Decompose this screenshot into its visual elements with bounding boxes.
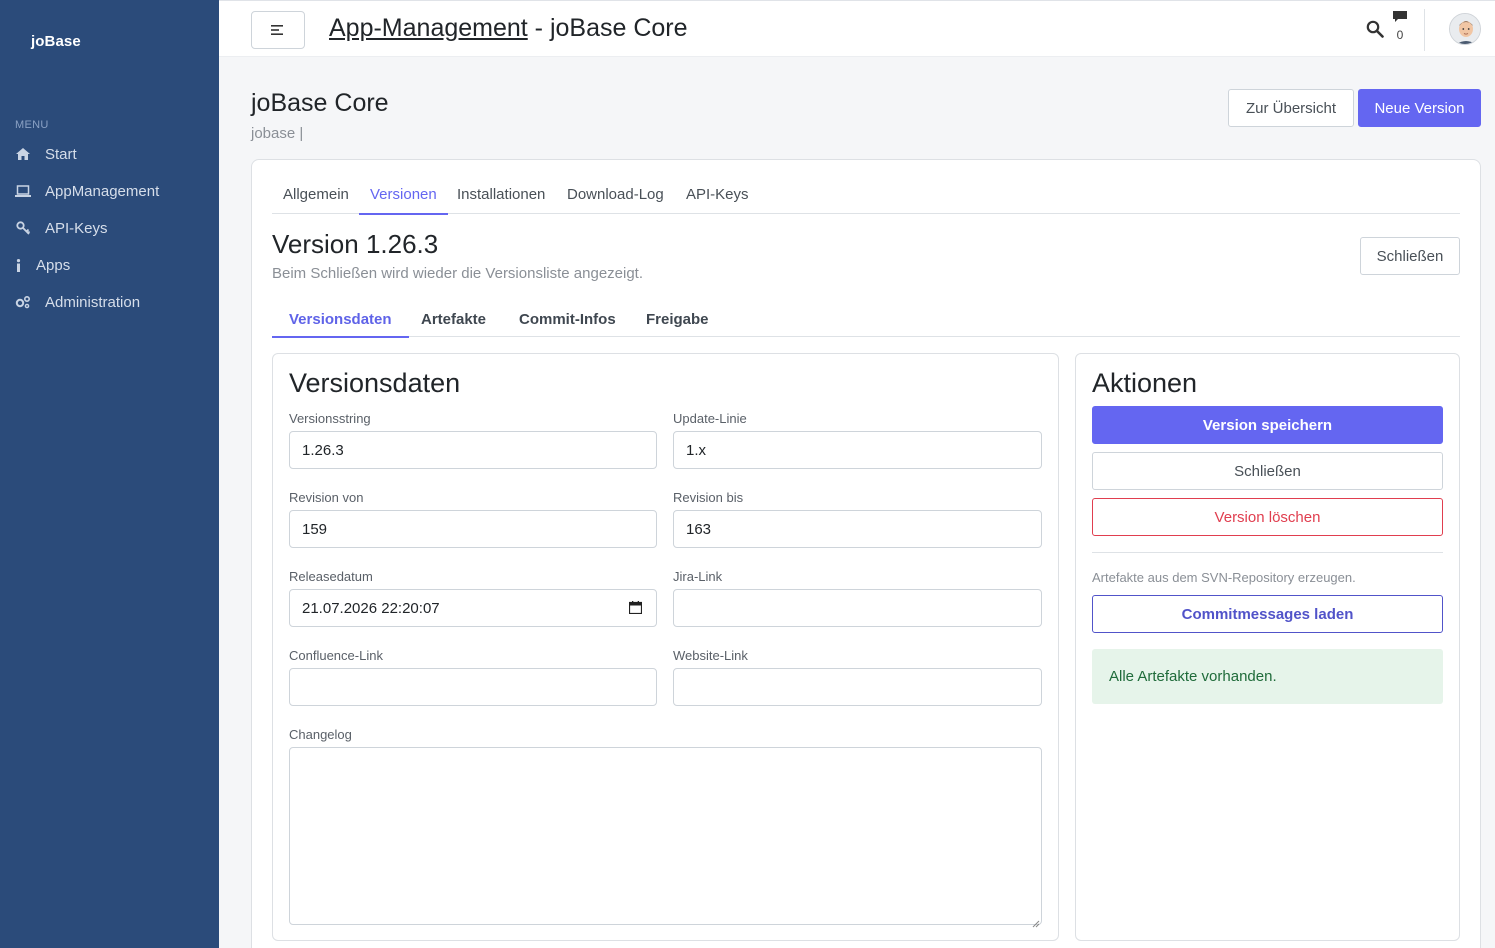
messages-button[interactable]: 0 [1393,10,1407,42]
website-link-label: Website-Link [673,648,748,663]
save-version-button[interactable]: Version speichern [1092,406,1443,444]
divider [1092,552,1443,553]
tab-artefakte[interactable]: Artefakte [404,311,503,337]
tab-api-keys[interactable]: API-Keys [675,186,760,214]
tab-download-log[interactable]: Download-Log [556,186,675,214]
confluence-link-input[interactable] [289,668,657,706]
message-count: 0 [1396,28,1404,42]
aktionen-title: Aktionen [1092,368,1198,398]
gears-icon [15,294,31,310]
success-alert: Alle Artefakte vorhanden. [1092,649,1443,704]
page-title: joBase Core [251,89,389,117]
close-button[interactable]: Schließen [1092,452,1443,490]
update-linie-label: Update-Linie [673,411,747,426]
releasedatum-label: Releasedatum [289,569,373,584]
revision-von-input[interactable]: 159 [289,510,657,548]
page-subtitle: jobase | [251,125,304,142]
sidebar-item-start[interactable]: Start [15,142,77,166]
page-heading-rest: - joBase Core [527,14,688,42]
tab-allgemein[interactable]: Allgemein [272,186,360,214]
revision-bis-label: Revision bis [673,490,744,505]
app-management-link[interactable]: App-Management [329,14,528,42]
sidebar: joBase MENU Start AppManagement API-Keys… [0,0,219,948]
sidebar-item-administration[interactable]: Administration [15,290,140,314]
revision-bis-input[interactable]: 163 [673,510,1042,548]
changelog-label: Changelog [289,727,352,742]
version-title: Version 1.26.3 [272,229,439,259]
versionsstring-label: Versionsstring [289,411,371,426]
calendar-icon[interactable] [628,601,643,618]
topbar-divider [1424,9,1425,51]
version-subtitle: Beim Schließen wird wieder die Versionsl… [272,265,644,282]
main-card: Allgemein Versionen Installationen Downl… [251,159,1481,948]
sub-tabs: Versionsdaten Artefakte Commit-Infos Fre… [272,304,1460,338]
main-tabs: Allgemein Versionen Installationen Downl… [272,180,1460,215]
tab-versionsdaten[interactable]: Versionsdaten [272,311,409,338]
sidebar-item-label: Administration [45,293,141,311]
new-version-button[interactable]: Neue Version [1358,89,1481,127]
versionsstring-input[interactable]: 1.26.3 [289,431,657,469]
menu-label: MENU [15,119,49,131]
brand-logo[interactable]: joBase [31,33,81,50]
releasedatum-input[interactable]: 21.07.2026 22:20:07 [289,589,657,627]
resize-handle-icon[interactable] [1032,915,1056,938]
sidebar-item-label: API-Keys [45,219,108,237]
svn-hint-text: Artefakte aus dem SVN-Repository erzeuge… [1092,570,1356,585]
releasedatum-value: 21.07.2026 22:20:07 [302,599,440,617]
jira-link-label: Jira-Link [673,569,723,584]
delete-version-button[interactable]: Version löschen [1092,498,1443,536]
update-linie-input[interactable]: 1.x [673,431,1042,469]
sidebar-item-apps[interactable]: Apps [15,253,70,277]
info-icon [15,257,21,273]
tab-versionen[interactable]: Versionen [359,186,448,215]
search-icon[interactable] [1366,20,1384,43]
tab-commit-infos[interactable]: Commit-Infos [502,311,633,337]
sidebar-item-api-keys[interactable]: API-Keys [15,216,108,240]
sidebar-item-label: Start [45,145,77,163]
revision-von-label: Revision von [289,490,364,505]
changelog-textarea[interactable] [289,747,1042,925]
confluence-link-label: Confluence-Link [289,648,383,663]
jira-link-input[interactable] [673,589,1042,627]
key-icon [15,220,31,236]
hamburger-icon [271,25,283,35]
sidebar-item-label: AppManagement [45,182,160,200]
tab-installationen[interactable]: Installationen [446,186,556,214]
aktionen-card: Aktionen Version speichern Schließen Ver… [1075,353,1460,941]
sidebar-item-label: Apps [36,256,71,274]
close-version-button[interactable]: Schließen [1360,237,1460,275]
avatar[interactable] [1449,13,1481,45]
website-link-input[interactable] [673,668,1042,706]
versionsdaten-card: Versionsdaten Versionsstring 1.26.3 Upda… [272,353,1059,941]
overview-button[interactable]: Zur Übersicht [1228,89,1354,127]
laptop-icon [15,183,31,199]
chat-icon [1393,11,1407,22]
page-heading: App-Management - joBase Core [329,14,688,43]
topbar: App-Management - joBase Core 0 [219,0,1495,57]
versionsdaten-title: Versionsdaten [289,368,461,398]
tab-freigabe[interactable]: Freigabe [629,311,726,337]
menu-toggle-button[interactable] [251,11,305,49]
home-icon [15,146,31,162]
load-commitmessages-button[interactable]: Commitmessages laden [1092,595,1443,633]
sidebar-item-appmanagement[interactable]: AppManagement [15,179,159,203]
